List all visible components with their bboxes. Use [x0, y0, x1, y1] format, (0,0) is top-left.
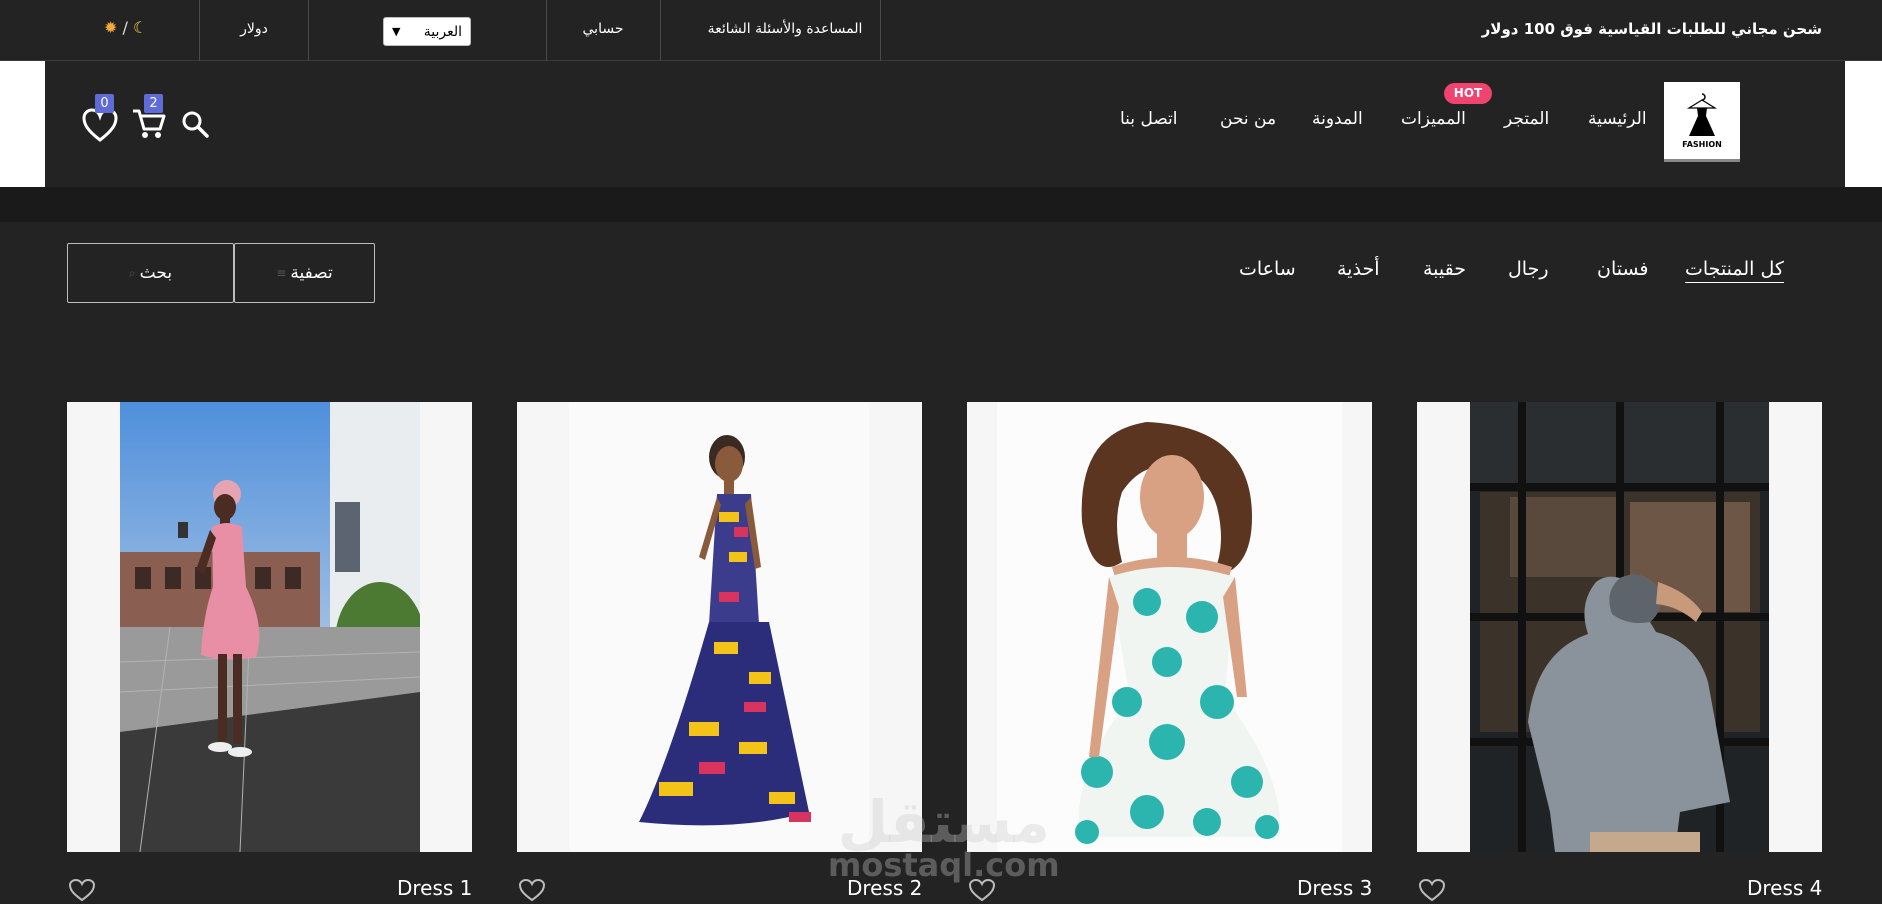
sun-icon: ✹ — [104, 18, 118, 37]
free-shipping-text: شحن مجاني للطلبات القياسية فوق 100 دولار — [1481, 20, 1822, 38]
product-image-patterned-gown — [569, 402, 869, 852]
divider — [199, 0, 200, 61]
divider — [546, 0, 547, 61]
language-selected-value: العربية — [423, 23, 462, 40]
category-watches[interactable]: ساعات — [1239, 258, 1296, 280]
category-shoes[interactable]: أحذية — [1337, 258, 1379, 280]
watermark-arabic: مستقل — [837, 788, 1050, 856]
product-card-3[interactable] — [967, 402, 1372, 852]
wishlist-heart-icon[interactable] — [81, 107, 119, 147]
divider — [308, 0, 309, 61]
product-image-man-hoodie — [1470, 402, 1769, 852]
search-small-icon: ⌕ — [128, 265, 136, 280]
filter-button[interactable]: ≡ تصفية — [234, 243, 375, 303]
search-button-label: بحث — [139, 263, 173, 283]
nav-item-blog[interactable]: المدونة — [1312, 109, 1363, 129]
wishlist-count-badge: 0 — [95, 94, 114, 113]
product-card-2[interactable] — [517, 402, 922, 852]
nav-item-features[interactable]: المميزات — [1401, 109, 1466, 129]
wishlist-heart-icon[interactable] — [1418, 878, 1446, 904]
language-select[interactable]: ▼ العربية — [383, 17, 471, 46]
category-dress[interactable]: فستان — [1597, 258, 1649, 280]
wishlist-heart-icon[interactable] — [68, 878, 96, 904]
header: FASHION الرئيسية المتجر المميزات HOT الم… — [0, 61, 1882, 187]
nav-item-home[interactable]: الرئيسية — [1588, 109, 1647, 129]
moon-icon: ☾ — [132, 18, 148, 37]
help-faq-link[interactable]: المساعدة والأسئلة الشائعة — [690, 0, 880, 61]
top-bar: شحن مجاني للطلبات القياسية فوق 100 دولار… — [0, 0, 1882, 61]
nav-item-about[interactable]: من نحن — [1220, 109, 1276, 129]
logo[interactable]: FASHION — [1664, 82, 1740, 162]
product-name-4[interactable]: Dress 4 — [1747, 876, 1822, 900]
filter-icon: ≡ — [276, 266, 287, 280]
divider — [880, 0, 881, 61]
wishlist-heart-icon[interactable] — [518, 878, 546, 904]
theme-toggle[interactable]: ✹ / ☾ — [104, 18, 147, 37]
divider — [660, 0, 661, 61]
search-toggle-button[interactable]: ⌕ بحث — [67, 243, 234, 303]
filter-button-label: تصفية — [290, 263, 333, 283]
theme-separator: / — [122, 18, 128, 37]
nav-item-shop[interactable]: المتجر — [1504, 109, 1549, 129]
category-bag[interactable]: حقيبة — [1423, 258, 1466, 280]
logo-text: FASHION — [1682, 140, 1722, 149]
category-men[interactable]: رجال — [1508, 258, 1549, 280]
chevron-down-icon: ▼ — [392, 25, 401, 38]
watermark: مستقل mostaql.com — [828, 792, 1060, 882]
main-nav: FASHION الرئيسية المتجر المميزات HOT الم… — [45, 61, 1845, 187]
product-card-1[interactable] — [67, 402, 472, 852]
dress-logo-icon — [1686, 93, 1718, 136]
currency-select[interactable]: دولار — [200, 0, 308, 61]
cart-count-badge: 2 — [144, 94, 163, 113]
divider-band — [0, 187, 1882, 222]
search-icon[interactable] — [180, 109, 210, 143]
product-image-teal-floral-dress — [997, 402, 1342, 852]
hot-badge: HOT — [1444, 83, 1492, 104]
watermark-latin: mostaql.com — [828, 846, 1060, 884]
nav-item-contact[interactable]: اتصل بنا — [1120, 109, 1178, 129]
category-all[interactable]: كل المنتجات — [1685, 258, 1784, 283]
my-account-link[interactable]: حسابي — [546, 0, 660, 61]
product-image-pink-dress-street — [120, 402, 420, 852]
product-name-3[interactable]: Dress 3 — [1297, 876, 1372, 900]
product-card-4[interactable] — [1417, 402, 1822, 852]
product-name-1[interactable]: Dress 1 — [397, 876, 472, 900]
